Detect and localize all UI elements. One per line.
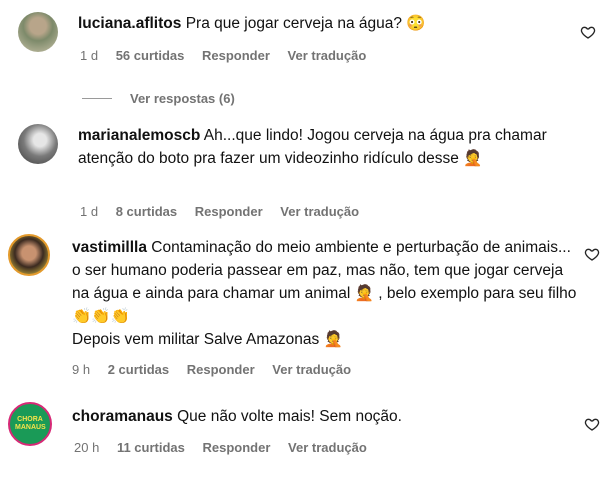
comment-username[interactable]: marianalemoscb: [78, 127, 200, 144]
avatar-logo-text: CHORA MANAUS: [15, 416, 46, 431]
reply-button[interactable]: Responder: [187, 362, 255, 377]
comment-time: 20 h: [74, 440, 100, 455]
translate-button[interactable]: Ver tradução: [288, 440, 367, 455]
comment-username[interactable]: choramanaus: [72, 408, 173, 425]
likes-count[interactable]: 2 curtidas: [108, 362, 169, 377]
comment-text: Pra que jogar cerveja na água? 😳: [185, 15, 426, 32]
view-replies-button[interactable]: Ver respostas (6): [82, 91, 235, 106]
comment-time: 1 d: [80, 204, 99, 219]
comment-meta: 1 d 8 curtidas Responder Ver tradução: [80, 204, 373, 219]
translate-button[interactable]: Ver tradução: [288, 48, 367, 63]
comment-meta: 9 h 2 curtidas Responder Ver tradução: [72, 362, 365, 377]
reply-button[interactable]: Responder: [203, 440, 271, 455]
translate-button[interactable]: Ver tradução: [280, 204, 359, 219]
reply-button[interactable]: Responder: [195, 204, 263, 219]
comment-text: Que não volte mais! Sem noção.: [177, 408, 402, 425]
reply-button[interactable]: Responder: [202, 48, 270, 63]
view-replies-label: Ver respostas (6): [130, 91, 235, 106]
avatar[interactable]: [18, 124, 58, 164]
comment-username[interactable]: vastimillla: [72, 239, 147, 256]
comment-meta: 20 h 11 curtidas Responder Ver tradução: [74, 440, 381, 455]
avatar[interactable]: CHORA MANAUS: [8, 402, 52, 446]
replies-divider: [82, 98, 112, 99]
heart-icon[interactable]: [580, 24, 596, 40]
heart-icon[interactable]: [584, 416, 600, 432]
likes-count[interactable]: 11 curtidas: [117, 440, 185, 455]
comment-text-line2: Depois vem militar Salve Amazonas 🤦: [72, 331, 343, 348]
likes-count[interactable]: 8 curtidas: [116, 204, 177, 219]
heart-icon[interactable]: [584, 246, 600, 262]
avatar[interactable]: [8, 234, 50, 276]
comment-time: 9 h: [72, 362, 91, 377]
comment-meta: 1 d 56 curtidas Responder Ver tradução: [80, 48, 380, 63]
comment-time: 1 d: [80, 48, 99, 63]
translate-button[interactable]: Ver tradução: [272, 362, 351, 377]
comment-username[interactable]: luciana.aflitos: [78, 15, 181, 32]
comment-text: Contaminação do meio ambiente e perturba…: [72, 239, 577, 325]
avatar[interactable]: [18, 12, 58, 52]
likes-count[interactable]: 56 curtidas: [116, 48, 185, 63]
